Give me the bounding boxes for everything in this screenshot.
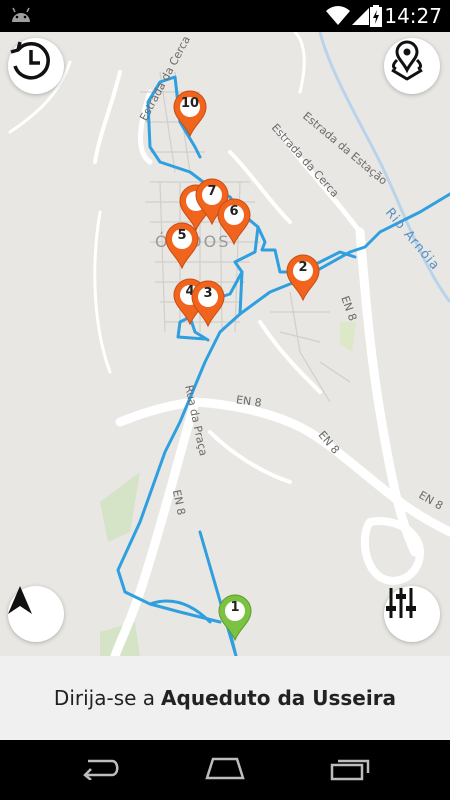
instruction-prefix: Dirija-se a [53,686,156,710]
poi-pin-3[interactable]: 3 [190,280,226,328]
pin-label: 2 [298,260,308,275]
poi-pin-2[interactable]: 2 [285,254,321,302]
home-icon [201,756,249,785]
back-icon [78,756,122,785]
pin-label: 3 [203,286,213,301]
pin-label: 10 [180,96,200,111]
recents-icon [328,755,372,786]
navigate-button[interactable] [8,586,64,642]
filters-button[interactable] [384,586,440,642]
clock: 14:27 [384,4,442,28]
home-button[interactable] [201,754,249,786]
back-button[interactable] [76,754,124,786]
poi-pin-10[interactable]: 10 [172,90,208,138]
poi-pin-6[interactable]: 6 [216,198,252,246]
pin-label: 5 [177,228,187,243]
poi-pin-1[interactable]: 1 [217,594,253,642]
history-button[interactable] [8,38,64,94]
android-debug-icon [10,6,32,29]
map-canvas [8,32,450,656]
pin-label: 1 [230,600,240,615]
instruction-banner[interactable]: Dirija-se a Aqueduto da Usseira [0,656,450,740]
pin-label: 7 [207,184,217,199]
signal-icon [350,6,370,31]
recents-button[interactable] [326,754,374,786]
pin-label: 6 [229,204,239,219]
map-view[interactable]: Estrada da Cerca Estrada da Cerca Estrad… [0,32,450,656]
map-pins-button[interactable] [384,38,440,94]
poi-pin-5[interactable]: 5 [164,222,200,270]
wifi-icon [326,6,350,31]
battery-charging-icon [370,5,382,32]
status-bar: 14:27 [0,0,450,32]
destination-name: Aqueduto da Usseira [161,686,397,710]
system-nav-bar [0,740,450,800]
